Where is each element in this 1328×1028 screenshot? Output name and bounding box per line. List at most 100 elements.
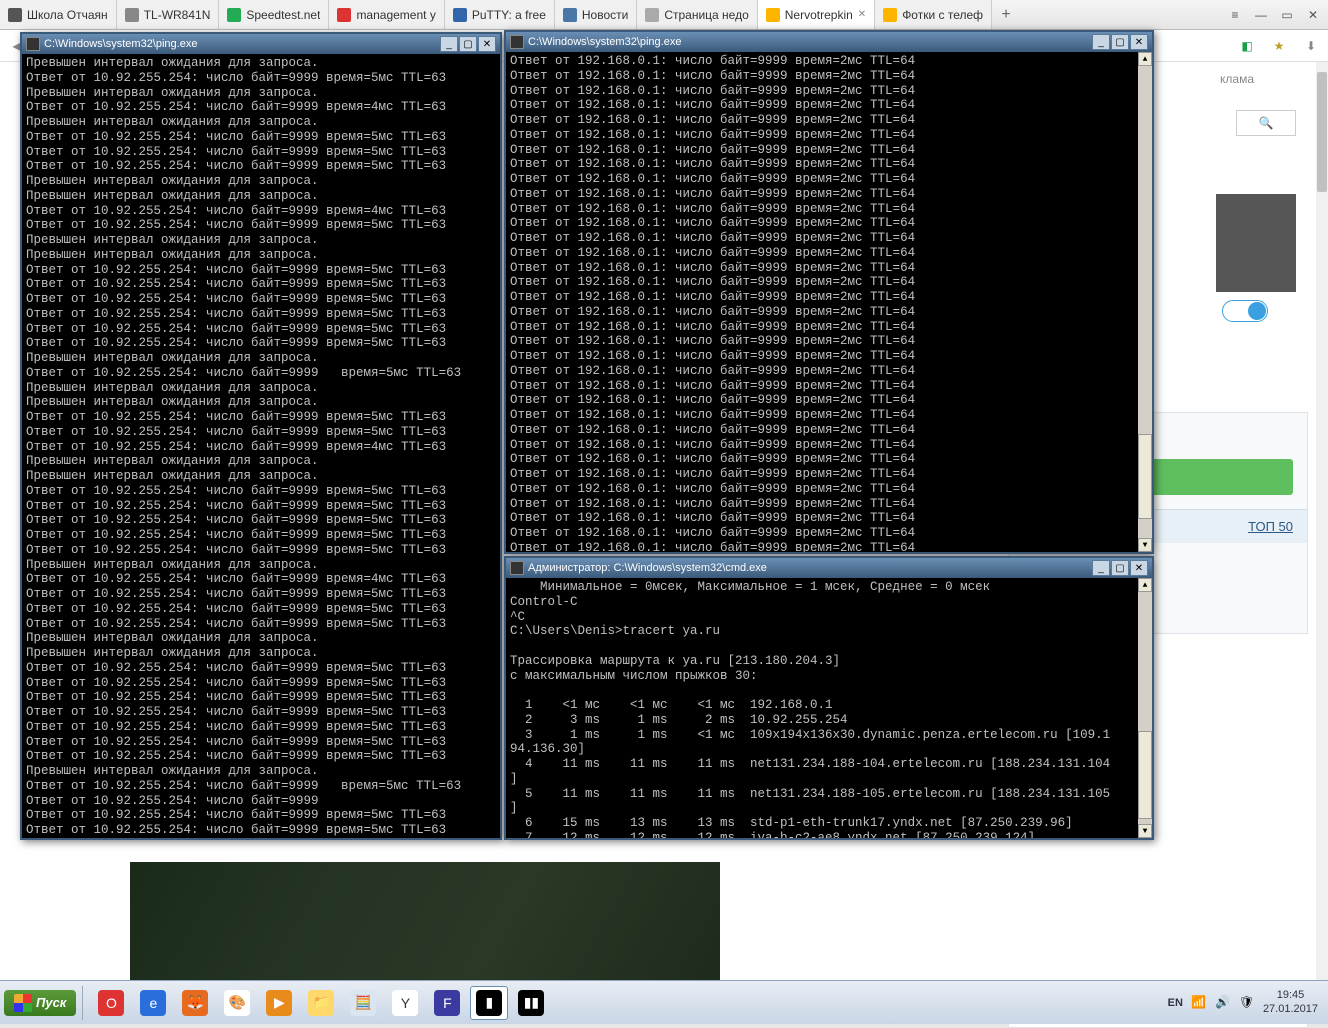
tab-label: Nervotrepkin (785, 8, 853, 22)
browser-tab[interactable]: Фотки с телеф (875, 0, 992, 29)
maximize-button[interactable]: ▢ (1111, 34, 1129, 50)
cmd-scrollbar[interactable]: ▲ ▼ (1138, 52, 1152, 552)
tray-network-icon[interactable]: 📶 (1191, 995, 1207, 1011)
tab-label: Страница недо (664, 8, 748, 22)
cmd-icon-2: ▮▮ (518, 990, 544, 1016)
cmd-icon (510, 561, 524, 575)
taskbar-app-yandex-icon[interactable]: Y (386, 986, 424, 1020)
maximize-icon[interactable]: ▭ (1278, 6, 1296, 24)
tab-label: management у (356, 8, 435, 22)
tab-label: Школа Отчаян (27, 8, 108, 22)
page-scrollbar[interactable] (1316, 62, 1328, 980)
clock-time: 19:45 (1263, 989, 1318, 1002)
scroll-up-icon[interactable]: ▲ (1138, 578, 1152, 592)
favicon-icon (125, 8, 139, 22)
taskbar-app-calc-icon[interactable]: 🧮 (344, 986, 382, 1020)
windows-logo-icon (14, 994, 32, 1012)
close-button[interactable]: ✕ (478, 36, 496, 52)
clock[interactable]: 19:45 27.01.2017 (1263, 989, 1318, 1015)
maximize-button[interactable]: ▢ (459, 36, 477, 52)
favicon-icon (453, 8, 467, 22)
start-button[interactable]: Пуск (4, 990, 76, 1016)
cmd-title-text: C:\Windows\system32\ping.exe (44, 38, 439, 50)
downloads-icon[interactable]: ⬇ (1300, 35, 1322, 57)
tab-label: PuTTY: a free (472, 8, 546, 22)
tab-close-icon[interactable]: ✕ (858, 9, 866, 20)
browser-tab[interactable]: management у (329, 0, 444, 29)
language-indicator[interactable]: EN (1168, 997, 1183, 1009)
extension-icon[interactable]: ◧ (1236, 35, 1258, 57)
browser-tab-bar: Школа Отчаян TL-WR841N Speedtest.net manage… (0, 0, 1328, 30)
tray-shield-icon[interactable]: 🛡 (1239, 995, 1255, 1011)
top50-link[interactable]: ТОП 50 (1248, 519, 1293, 534)
opera-icon: O (98, 990, 124, 1016)
taskbar-app-cmd-icon-2[interactable]: ▮▮ (512, 986, 550, 1020)
minimize-button[interactable]: _ (1092, 34, 1110, 50)
search-button[interactable]: 🔍 (1236, 110, 1296, 136)
explorer-icon: 📁 (308, 990, 334, 1016)
system-tray: EN 📶 🔊 🛡 19:45 27.01.2017 (1162, 989, 1324, 1015)
browser-tab[interactable]: Nervotrepkin ✕ (758, 0, 875, 29)
bookmark-icon[interactable]: ★ (1268, 35, 1290, 57)
browser-tab[interactable]: Speedtest.net (219, 0, 329, 29)
browser-tab[interactable]: Страница недо (637, 0, 757, 29)
taskbar-app-paint-icon[interactable]: 🎨 (218, 986, 256, 1020)
firefox-icon: 🦊 (182, 990, 208, 1016)
cmd-titlebar[interactable]: Администратор: C:\Windows\system32\cmd.e… (506, 558, 1152, 578)
ad-label: клама (1220, 72, 1254, 86)
tab-label: TL-WR841N (144, 8, 211, 22)
taskbar-app-ie-icon[interactable]: e (134, 986, 172, 1020)
favicon-icon (645, 8, 659, 22)
close-icon[interactable]: ✕ (1304, 6, 1322, 24)
browser-tab[interactable]: Новости (555, 0, 637, 29)
new-tab-button[interactable]: + (992, 0, 1020, 29)
tray-volume-icon[interactable]: 🔊 (1215, 995, 1231, 1011)
cmd-scrollbar[interactable]: ▲ ▼ (1138, 578, 1152, 838)
cmd-titlebar[interactable]: C:\Windows\system32\ping.exe _ ▢ ✕ (22, 34, 500, 54)
cmd-window-ping-1[interactable]: C:\Windows\system32\ping.exe _ ▢ ✕ Превы… (20, 32, 502, 840)
minimize-button[interactable]: _ (440, 36, 458, 52)
taskbar-app-firefox-icon[interactable]: 🦊 (176, 986, 214, 1020)
cmd-output: Превышен интервал ожидания для запроса. … (22, 54, 500, 838)
scroll-up-icon[interactable]: ▲ (1138, 52, 1152, 66)
tab-label: Фотки с телеф (902, 8, 983, 22)
scroll-down-icon[interactable]: ▼ (1138, 824, 1152, 838)
menu-icon[interactable]: ≡ (1226, 6, 1244, 24)
ie-icon: e (140, 990, 166, 1016)
favicon-icon (766, 8, 780, 22)
taskbar-app-cmd-icon[interactable]: ▮ (470, 986, 508, 1020)
maximize-button[interactable]: ▢ (1111, 560, 1129, 576)
cmd-window-tracert[interactable]: Администратор: C:\Windows\system32\cmd.e… (504, 556, 1154, 840)
taskbar-app-wmp-icon[interactable]: ▶ (260, 986, 298, 1020)
taskbar: Пуск Oe🦊🎨▶📁🧮YF▮▮▮ EN 📶 🔊 🛡 19:45 27.01.2… (0, 980, 1328, 1024)
cmd-icon: ▮ (476, 990, 502, 1016)
clock-date: 27.01.2017 (1263, 1003, 1318, 1016)
taskbar-app-explorer-icon[interactable]: 📁 (302, 986, 340, 1020)
cmd-titlebar[interactable]: C:\Windows\system32\ping.exe _ ▢ ✕ (506, 32, 1152, 52)
minimize-button[interactable]: _ (1092, 560, 1110, 576)
video-thumbnail[interactable] (1216, 194, 1296, 292)
tab-label: Speedtest.net (246, 8, 320, 22)
toggle-switch[interactable] (1222, 300, 1268, 322)
favicon-icon (8, 8, 22, 22)
cmd-window-ping-2[interactable]: C:\Windows\system32\ping.exe _ ▢ ✕ Ответ… (504, 30, 1154, 554)
yandex-icon: Y (392, 990, 418, 1016)
favicon-icon (337, 8, 351, 22)
browser-tab[interactable]: Школа Отчаян (0, 0, 117, 29)
favicon-icon (883, 8, 897, 22)
close-button[interactable]: ✕ (1130, 560, 1148, 576)
search-icon: 🔍 (1259, 116, 1274, 130)
favicon-icon (563, 8, 577, 22)
minimize-icon[interactable]: — (1252, 6, 1270, 24)
browser-tab[interactable]: PuTTY: a free (445, 0, 555, 29)
tab-label: Новости (582, 8, 628, 22)
scroll-down-icon[interactable]: ▼ (1138, 538, 1152, 552)
calc-icon: 🧮 (350, 990, 376, 1016)
far-icon: F (434, 990, 460, 1016)
taskbar-app-far-icon[interactable]: F (428, 986, 466, 1020)
browser-tab[interactable]: TL-WR841N (117, 0, 220, 29)
cmd-icon (510, 35, 524, 49)
taskbar-app-opera-icon[interactable]: O (92, 986, 130, 1020)
close-button[interactable]: ✕ (1130, 34, 1148, 50)
cmd-output: Ответ от 192.168.0.1: число байт=9999 вр… (506, 52, 1152, 552)
